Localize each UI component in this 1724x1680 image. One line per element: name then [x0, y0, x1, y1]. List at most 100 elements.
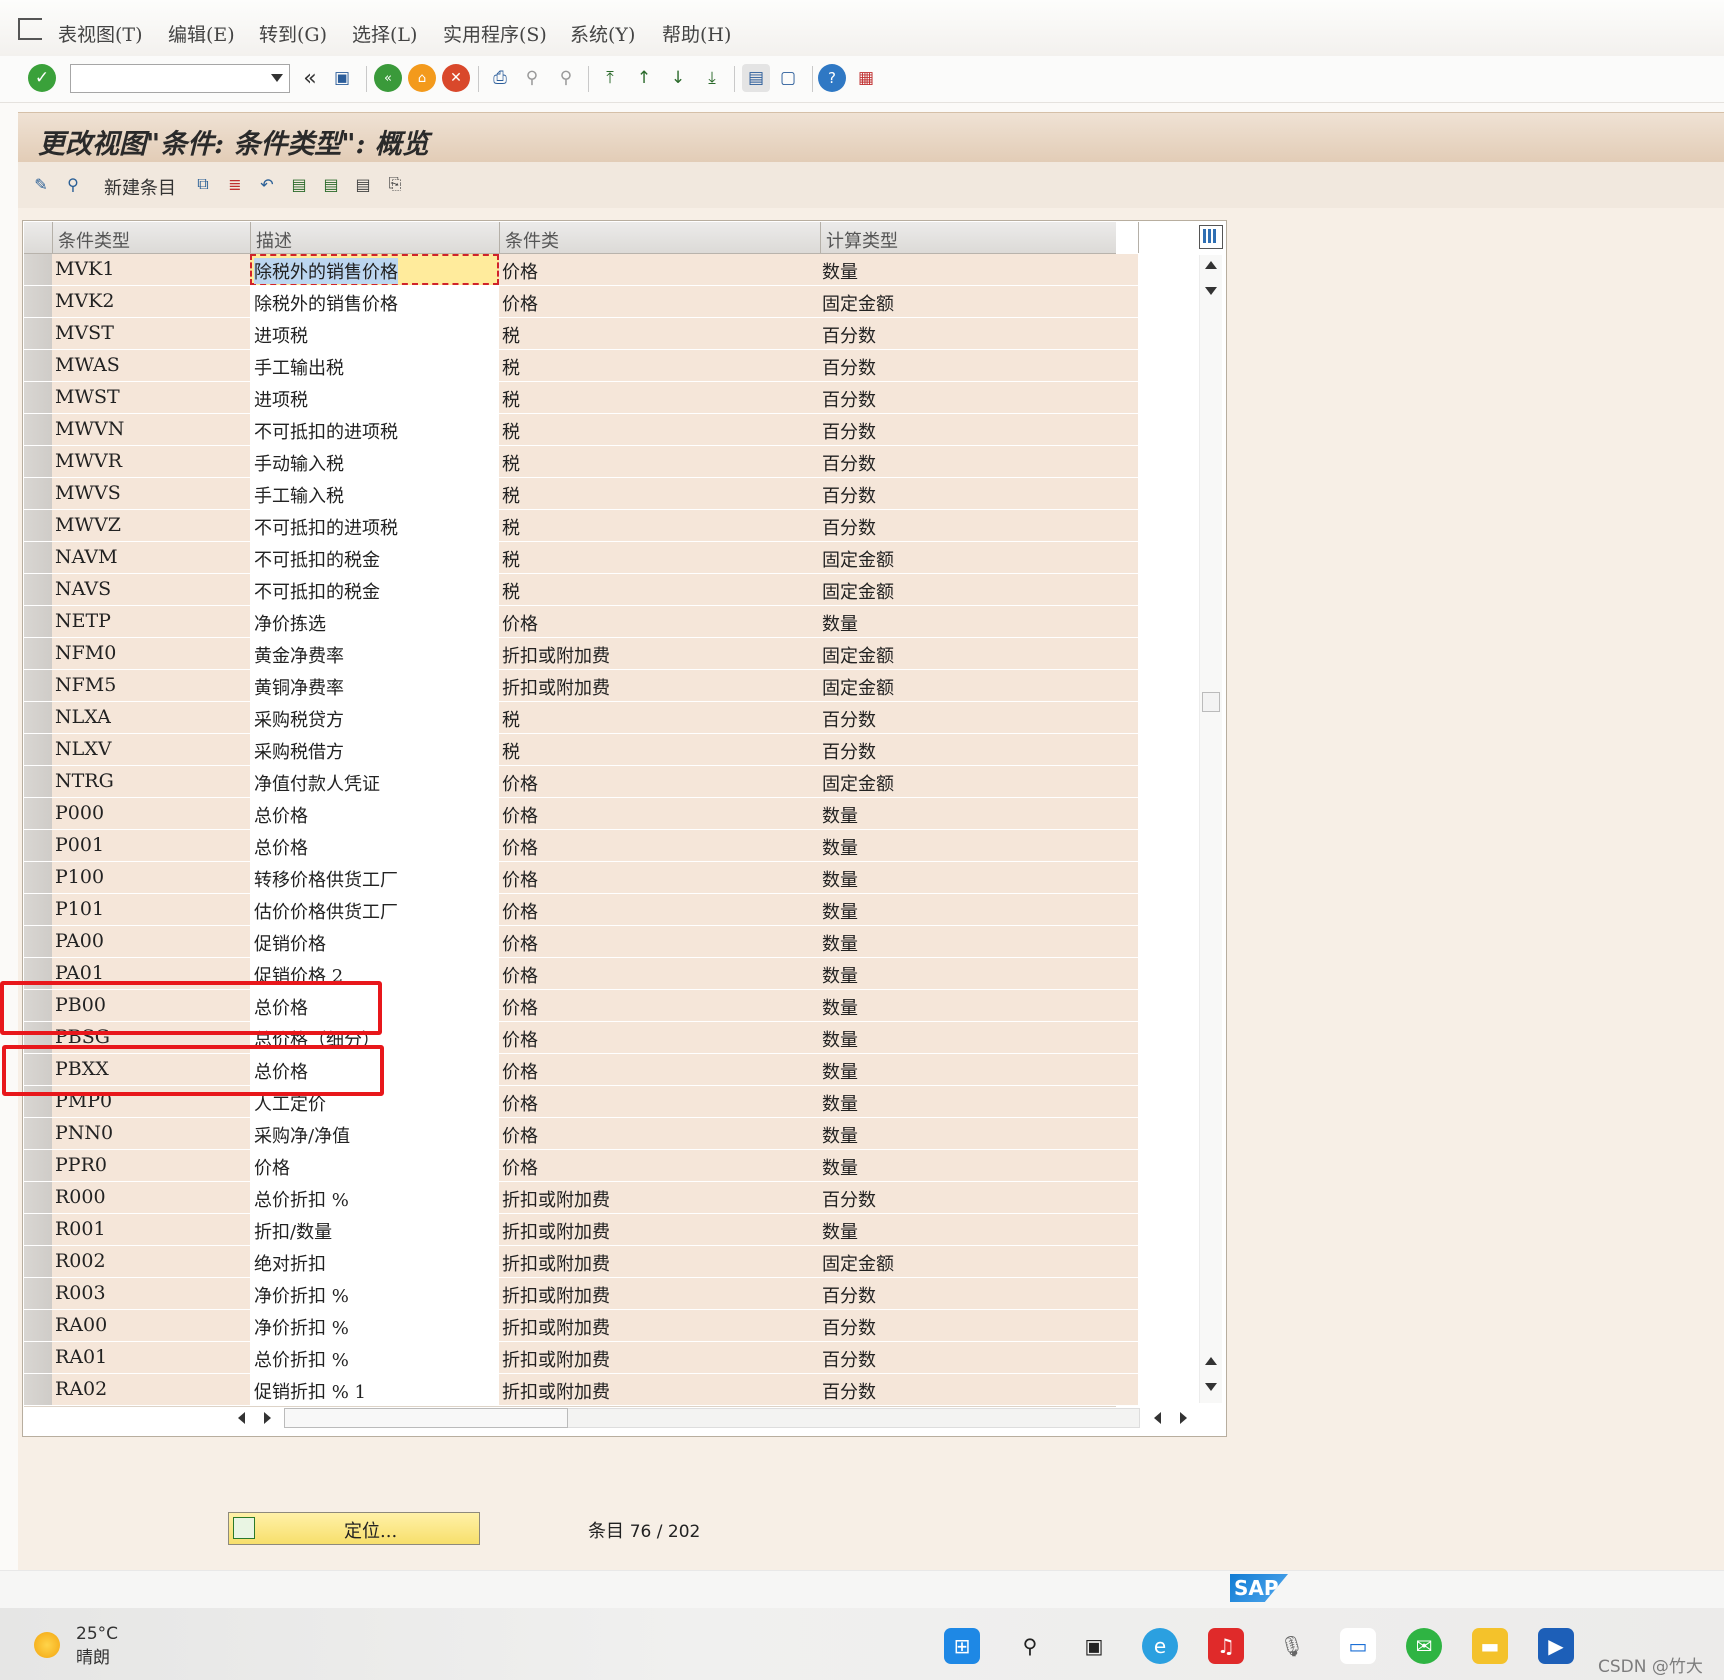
cell-calculation-type[interactable]: 数量: [822, 1218, 858, 1244]
page-right-icon[interactable]: [1180, 1412, 1187, 1424]
cell-condition-type[interactable]: PNN0: [55, 1122, 113, 1144]
cell-condition-class[interactable]: 价格: [502, 994, 538, 1020]
menu-system[interactable]: 系统(Y): [570, 20, 635, 47]
cell-condition-type[interactable]: RA02: [55, 1378, 107, 1400]
cell-condition-class[interactable]: 折扣或附加费: [502, 1186, 610, 1212]
row-selector[interactable]: [24, 1374, 53, 1405]
table-row[interactable]: MVK1 除税外的销售价格 价格 数量: [24, 254, 1138, 287]
cell-condition-class[interactable]: 税: [502, 322, 520, 348]
row-selector[interactable]: [24, 1246, 53, 1277]
cell-description[interactable]: 进项税: [254, 322, 308, 348]
row-selector[interactable]: [24, 1182, 53, 1213]
cell-condition-type[interactable]: P001: [55, 834, 104, 856]
cell-condition-class[interactable]: 税: [502, 450, 520, 476]
row-selector[interactable]: [24, 734, 53, 765]
cell-condition-type[interactable]: NETP: [55, 610, 111, 632]
table-row[interactable]: R002 绝对折扣 折扣或附加费 固定金额: [24, 1246, 1138, 1279]
cell-condition-type[interactable]: NAVM: [55, 546, 118, 568]
row-selector[interactable]: [24, 574, 53, 605]
scroll-thumb[interactable]: [1202, 692, 1220, 712]
cell-condition-type[interactable]: PPR0: [55, 1154, 107, 1176]
cell-condition-class[interactable]: 价格: [502, 1026, 538, 1052]
page-down-icon[interactable]: [1205, 1383, 1217, 1391]
last-page-icon[interactable]: ⤓: [698, 64, 726, 92]
table-row[interactable]: MWVS 手工输入税 税 百分数: [24, 478, 1138, 511]
cell-condition-class[interactable]: 价格: [502, 610, 538, 636]
cell-calculation-type[interactable]: 固定金额: [822, 290, 894, 316]
cell-condition-class[interactable]: 折扣或附加费: [502, 1282, 610, 1308]
scroll-right-icon[interactable]: [264, 1412, 271, 1424]
cell-condition-class[interactable]: 价格: [502, 1122, 538, 1148]
file-explorer-icon[interactable]: ▬: [1472, 1628, 1508, 1664]
cell-condition-type[interactable]: NLXA: [55, 706, 111, 728]
cell-condition-class[interactable]: 价格: [502, 1058, 538, 1084]
cell-description[interactable]: 采购净/净值: [254, 1122, 350, 1148]
cell-description[interactable]: 净值付款人凭证: [254, 770, 380, 796]
new-entries-button[interactable]: 新建条目: [104, 174, 176, 200]
cell-calculation-type[interactable]: 数量: [822, 1058, 858, 1084]
row-selector[interactable]: [24, 830, 53, 861]
cell-calculation-type[interactable]: 百分数: [822, 1282, 876, 1308]
row-selector[interactable]: [24, 926, 53, 957]
cell-condition-class[interactable]: 价格: [502, 1090, 538, 1116]
cell-calculation-type[interactable]: 数量: [822, 930, 858, 956]
cell-condition-class[interactable]: 税: [502, 738, 520, 764]
command-field[interactable]: [70, 64, 290, 93]
cell-calculation-type[interactable]: 百分数: [822, 1186, 876, 1212]
table-row[interactable]: MVK2 除税外的销售价格 价格 固定金额: [24, 286, 1138, 319]
cell-calculation-type[interactable]: 数量: [822, 834, 858, 860]
table-row[interactable]: P101 估价价格供货工厂 价格 数量: [24, 894, 1138, 927]
cell-condition-class[interactable]: 折扣或附加费: [502, 1378, 610, 1404]
copy-icon[interactable]: ⧉: [190, 171, 216, 197]
cell-calculation-type[interactable]: 百分数: [822, 1378, 876, 1404]
print-icon[interactable]: ⎙: [486, 64, 514, 92]
cell-condition-class[interactable]: 税: [502, 546, 520, 572]
position-button[interactable]: 定位...: [228, 1512, 480, 1545]
deselect-all-icon[interactable]: ▤: [350, 171, 376, 197]
cell-condition-class[interactable]: 价格: [502, 930, 538, 956]
cell-description[interactable]: 手工输入税: [254, 482, 344, 508]
cell-condition-class[interactable]: 价格: [502, 1154, 538, 1180]
cell-description[interactable]: 采购税贷方: [254, 706, 344, 732]
cell-description[interactable]: 转移价格供货工厂: [254, 866, 398, 892]
cell-condition-class[interactable]: 税: [502, 418, 520, 444]
cell-condition-type[interactable]: P000: [55, 802, 104, 824]
exit-icon[interactable]: ⌂: [408, 64, 436, 92]
menu-selection[interactable]: 选择(L): [352, 20, 417, 47]
cell-description[interactable]: 不可抵扣的进项税: [254, 418, 398, 444]
cell-calculation-type[interactable]: 数量: [822, 258, 858, 284]
shortcut-icon[interactable]: ▢: [774, 64, 802, 92]
cell-condition-type[interactable]: RA00: [55, 1314, 107, 1336]
row-selector[interactable]: [24, 318, 53, 349]
horizontal-scrollbar[interactable]: [228, 1406, 1140, 1428]
cell-description[interactable]: 总价格: [254, 834, 308, 860]
row-selector[interactable]: [24, 798, 53, 829]
row-selector[interactable]: [24, 414, 53, 445]
cell-description[interactable]: 黄铜净费率: [254, 674, 344, 700]
table-row[interactable]: NETP 净价拣选 价格 数量: [24, 606, 1138, 639]
cell-condition-class[interactable]: 价格: [502, 290, 538, 316]
cell-description[interactable]: 不可抵扣的税金: [254, 578, 380, 604]
cell-condition-type[interactable]: R001: [55, 1218, 106, 1240]
cell-condition-type[interactable]: R003: [55, 1282, 106, 1304]
table-row[interactable]: NAVM 不可抵扣的税金 税 固定金额: [24, 542, 1138, 575]
delete-icon[interactable]: ≣: [222, 171, 248, 197]
cell-description[interactable]: 促销折扣 % 1: [254, 1378, 366, 1404]
cell-calculation-type[interactable]: 百分数: [822, 1346, 876, 1372]
table-row[interactable]: MWVN 不可抵扣的进项税 税 百分数: [24, 414, 1138, 447]
cell-calculation-type[interactable]: 数量: [822, 1122, 858, 1148]
column-header-calculation-type[interactable]: 计算类型: [826, 227, 898, 253]
cell-condition-type[interactable]: MWVZ: [55, 514, 121, 536]
cell-calculation-type[interactable]: 固定金额: [822, 1250, 894, 1276]
table-row[interactable]: MWST 进项税 税 百分数: [24, 382, 1138, 415]
row-selector[interactable]: [24, 510, 53, 541]
find-next-icon[interactable]: ⚲: [552, 64, 580, 92]
table-row[interactable]: R000 总价折扣 % 折扣或附加费 百分数: [24, 1182, 1138, 1215]
cell-condition-type[interactable]: P101: [55, 898, 104, 920]
microphone-app-icon[interactable]: 🎙: [1274, 1628, 1310, 1664]
sap-gui-icon[interactable]: ▭: [1340, 1628, 1376, 1664]
cell-condition-class[interactable]: 价格: [502, 258, 538, 284]
display-change-icon[interactable]: ✎: [28, 171, 54, 197]
cell-description[interactable]: 总价格: [254, 802, 308, 828]
menu-help[interactable]: 帮助(H): [662, 20, 731, 47]
